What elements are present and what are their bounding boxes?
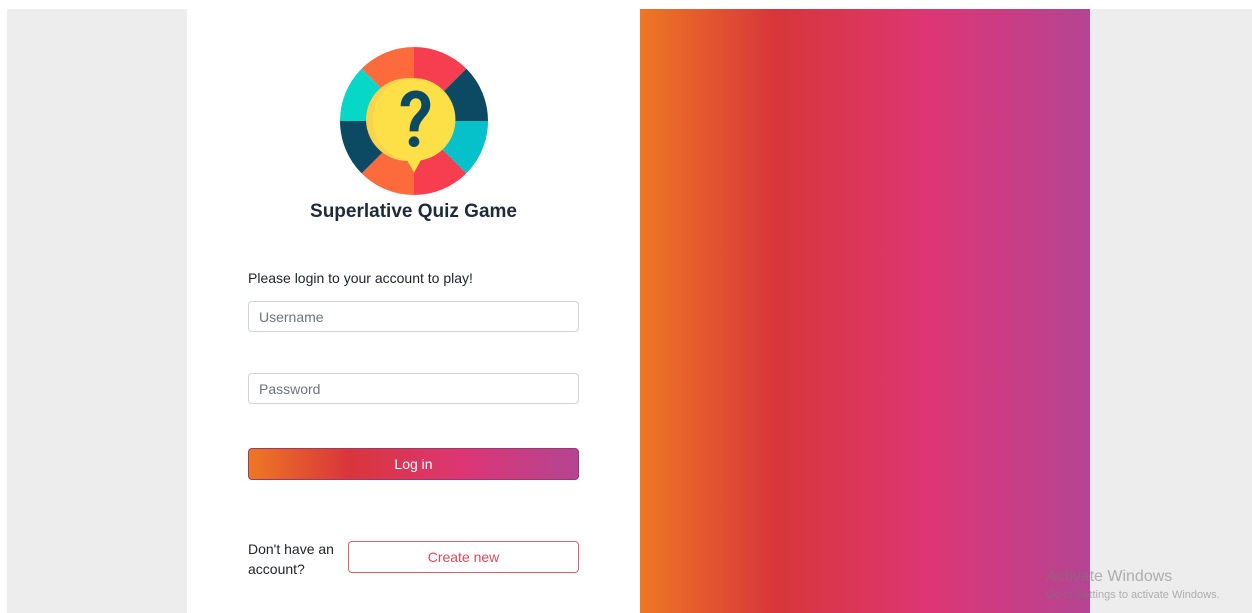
- login-prompt: Please login to your account to play!: [248, 270, 473, 286]
- login-button[interactable]: Log in: [248, 448, 579, 480]
- username-field[interactable]: [248, 301, 579, 332]
- activate-windows-watermark: Activate Windows Go to Settings to activ…: [1046, 568, 1220, 601]
- watermark-subtitle: Go to Settings to activate Windows.: [1046, 589, 1220, 601]
- question-wheel-icon: [340, 47, 488, 195]
- signup-prompt: Don't have an account?: [248, 541, 334, 577]
- password-field[interactable]: [248, 373, 579, 404]
- login-form-pane: Superlative Quiz Game Please login to yo…: [187, 9, 640, 613]
- create-account-button[interactable]: Create new: [348, 541, 579, 573]
- login-card: Superlative Quiz Game Please login to yo…: [187, 9, 1090, 613]
- watermark-title: Activate Windows: [1046, 568, 1173, 585]
- gradient-panel: [640, 9, 1090, 613]
- app-title: Superlative Quiz Game: [310, 201, 517, 222]
